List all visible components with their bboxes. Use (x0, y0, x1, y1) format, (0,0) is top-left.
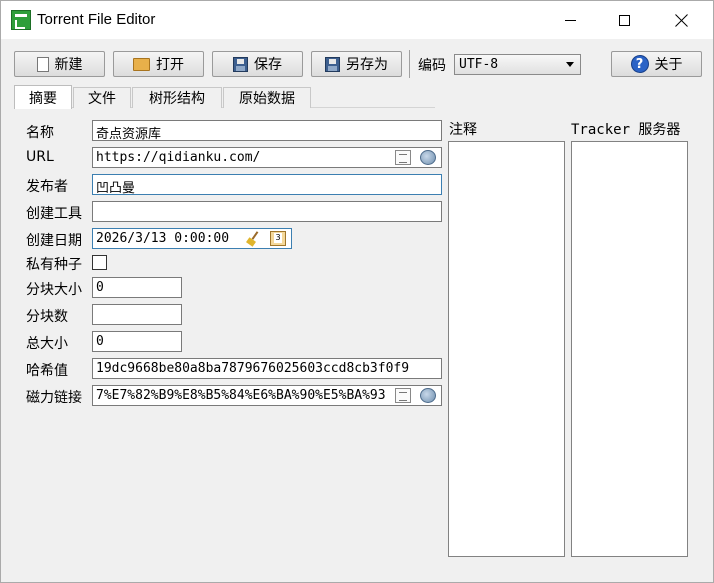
trackers-title: Tracker 服务器 (571, 122, 681, 138)
save-button-label: 保存 (254, 57, 282, 73)
name-label: 名称 (26, 125, 54, 141)
tab-files[interactable]: 文件 (73, 87, 131, 108)
about-button-label: 关于 (654, 57, 683, 73)
magnet-link-label: 磁力链接 (26, 390, 82, 406)
app-icon (11, 10, 31, 30)
piece-count-input[interactable] (92, 304, 182, 325)
copy-icon[interactable] (395, 150, 411, 165)
clear-date-icon[interactable] (245, 231, 261, 246)
folder-icon (133, 57, 150, 71)
piece-size-input[interactable]: 0 (92, 277, 182, 298)
save-as-button[interactable]: 另存为 (311, 51, 402, 77)
total-size-label: 总大小 (26, 336, 68, 352)
encoding-label: 编码 (418, 58, 446, 74)
magnet-link-input[interactable]: 7%E7%82%B9%E8%B5%84%E6%BA%90%E5%BA%93 (92, 385, 442, 406)
help-icon: ? (630, 55, 649, 73)
comment-title: 注释 (449, 122, 477, 138)
url-input[interactable]: https://qidianku.com/ (92, 147, 442, 168)
tab-files-label: 文件 (88, 91, 116, 107)
tab-tree-label: 树形结构 (149, 91, 205, 107)
url-label: URL (26, 149, 54, 165)
publisher-label: 发布者 (26, 179, 68, 195)
created-by-input[interactable] (92, 201, 442, 222)
window-title: Torrent File Editor (37, 11, 156, 28)
creation-date-label: 创建日期 (26, 233, 82, 249)
trackers-list[interactable] (571, 141, 688, 557)
minimize-icon (564, 19, 576, 21)
encoding-value: UTF-8 (459, 57, 499, 72)
new-button-label: 新建 (54, 57, 83, 73)
open-magnet-icon[interactable] (420, 388, 436, 403)
save-icon (233, 56, 248, 72)
publisher-value: 凹凸曼 (96, 181, 136, 195)
save-as-icon (325, 56, 340, 72)
new-document-icon (36, 56, 49, 72)
encoding-select[interactable]: UTF-8 (454, 54, 581, 75)
creation-date-value: 2026/3/13 0:00:00 (96, 231, 230, 246)
toolbar-separator (409, 50, 410, 78)
url-value: https://qidianku.com/ (96, 150, 261, 165)
open-url-icon[interactable] (420, 150, 436, 165)
minimize-button[interactable] (547, 1, 593, 39)
open-button[interactable]: 打开 (113, 51, 204, 77)
copy-magnet-icon[interactable] (395, 388, 411, 403)
main-window: Torrent File Editor 新建 打开 保存 另存为 编码 UTF-… (0, 0, 714, 583)
total-size-input[interactable]: 0 (92, 331, 182, 352)
tab-raw-data-label: 原始数据 (239, 91, 295, 107)
creation-date-input[interactable]: 2026/3/13 0:00:00 (92, 228, 292, 249)
tab-tree[interactable]: 树形结构 (132, 87, 222, 108)
maximize-button[interactable] (601, 1, 647, 39)
comment-textbox[interactable] (448, 141, 565, 557)
close-button[interactable] (659, 1, 705, 39)
new-button[interactable]: 新建 (14, 51, 105, 77)
piece-size-value: 0 (96, 280, 104, 295)
about-button[interactable]: ? 关于 (611, 51, 702, 77)
save-as-button-label: 另存为 (346, 57, 388, 73)
private-torrent-checkbox[interactable] (92, 255, 107, 270)
save-button[interactable]: 保存 (212, 51, 303, 77)
tab-summary[interactable]: 摘要 (14, 85, 72, 109)
hash-value: 19dc9668be80a8ba7879676025603ccd8cb3f0f9 (96, 361, 410, 376)
piece-count-label: 分块数 (26, 309, 68, 325)
private-torrent-label: 私有种子 (26, 257, 82, 273)
tab-raw-data[interactable]: 原始数据 (223, 87, 311, 108)
magnet-link-value: 7%E7%82%B9%E8%B5%84%E6%BA%90%E5%BA%93 (96, 388, 386, 403)
maximize-icon (618, 14, 630, 26)
hash-input[interactable]: 19dc9668be80a8ba7879676025603ccd8cb3f0f9 (92, 358, 442, 379)
hash-label: 哈希值 (26, 363, 68, 379)
publisher-input[interactable]: 凹凸曼 (92, 174, 442, 195)
open-button-label: 打开 (156, 57, 184, 73)
total-size-value: 0 (96, 334, 104, 349)
tab-summary-label: 摘要 (29, 90, 57, 107)
created-by-label: 创建工具 (26, 206, 82, 222)
close-icon (675, 13, 689, 27)
calendar-icon[interactable] (270, 231, 286, 246)
name-value: 奇点资源库 (96, 127, 162, 141)
piece-size-label: 分块大小 (26, 282, 82, 298)
name-input[interactable]: 奇点资源库 (92, 120, 442, 141)
chevron-down-icon (566, 62, 574, 67)
title-bar: Torrent File Editor (1, 1, 713, 39)
